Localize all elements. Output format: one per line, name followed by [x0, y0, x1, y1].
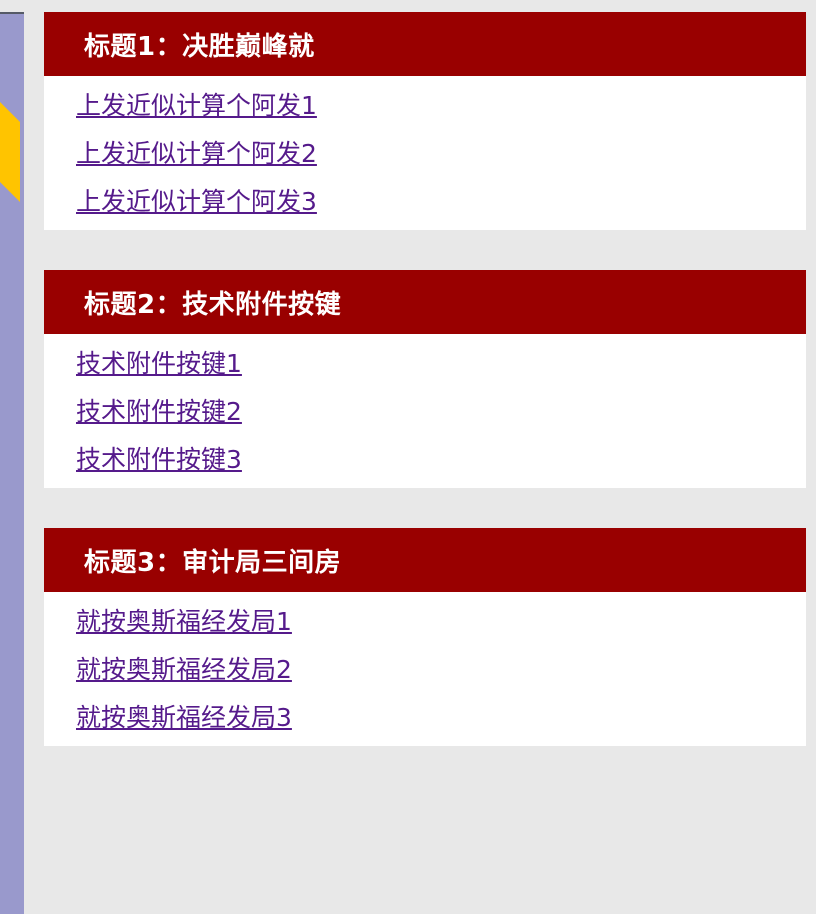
main-content: 标题1：决胜巅峰就 上发近似计算个阿发1 上发近似计算个阿发2 上发近似计算个阿…	[44, 12, 806, 786]
list-item-link[interactable]: 上发近似计算个阿发1	[76, 82, 806, 130]
section-title: 标题2：技术附件按键	[44, 270, 806, 334]
section-link-list: 技术附件按键1 技术附件按键2 技术附件按键3	[44, 334, 806, 488]
section-title: 标题1：决胜巅峰就	[44, 12, 806, 76]
sidebar-top-edge	[0, 12, 24, 14]
section-title: 标题3：审计局三间房	[44, 528, 806, 592]
list-item-link[interactable]: 就按奥斯福经发局3	[76, 694, 806, 742]
list-item-link[interactable]: 技术附件按键3	[76, 436, 806, 484]
sidebar-decoration-shape	[0, 62, 20, 202]
section-3: 标题3：审计局三间房 就按奥斯福经发局1 就按奥斯福经发局2 就按奥斯福经发局3	[44, 528, 806, 746]
list-item-link[interactable]: 上发近似计算个阿发3	[76, 178, 806, 226]
left-sidebar-strip	[0, 12, 24, 914]
section-1: 标题1：决胜巅峰就 上发近似计算个阿发1 上发近似计算个阿发2 上发近似计算个阿…	[44, 12, 806, 230]
section-link-list: 就按奥斯福经发局1 就按奥斯福经发局2 就按奥斯福经发局3	[44, 592, 806, 746]
section-link-list: 上发近似计算个阿发1 上发近似计算个阿发2 上发近似计算个阿发3	[44, 76, 806, 230]
list-item-link[interactable]: 技术附件按键1	[76, 340, 806, 388]
list-item-link[interactable]: 技术附件按键2	[76, 388, 806, 436]
list-item-link[interactable]: 就按奥斯福经发局2	[76, 646, 806, 694]
list-item-link[interactable]: 就按奥斯福经发局1	[76, 598, 806, 646]
list-item-link[interactable]: 上发近似计算个阿发2	[76, 130, 806, 178]
page: 标题1：决胜巅峰就 上发近似计算个阿发1 上发近似计算个阿发2 上发近似计算个阿…	[0, 0, 816, 914]
section-2: 标题2：技术附件按键 技术附件按键1 技术附件按键2 技术附件按键3	[44, 270, 806, 488]
